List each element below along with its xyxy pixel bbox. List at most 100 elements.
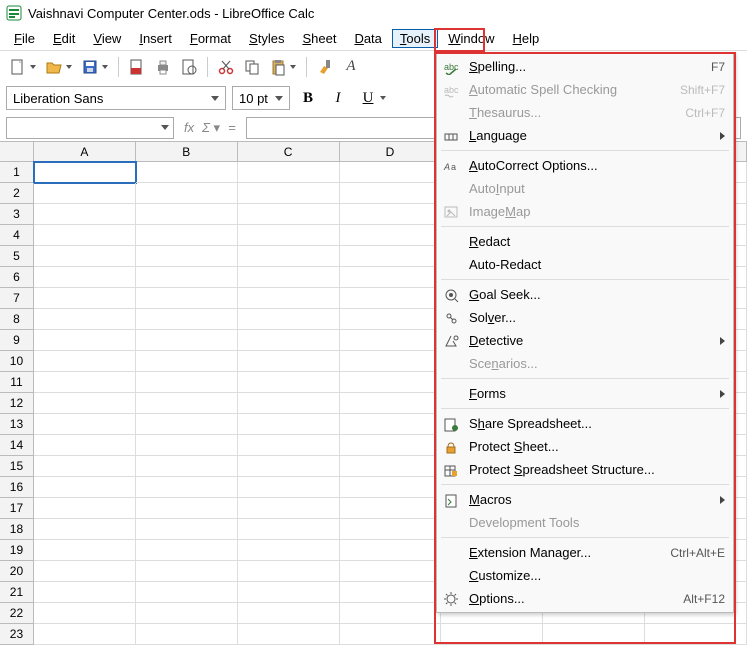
cell[interactable]	[238, 288, 340, 309]
cell[interactable]	[238, 351, 340, 372]
cell[interactable]	[136, 267, 238, 288]
cell[interactable]	[34, 414, 136, 435]
menu-item-auto-redact[interactable]: Auto-Redact	[437, 253, 733, 276]
cell[interactable]	[238, 330, 340, 351]
cell[interactable]	[136, 330, 238, 351]
row-header[interactable]: 6	[0, 267, 34, 288]
cell[interactable]	[34, 603, 136, 624]
row-header[interactable]: 20	[0, 561, 34, 582]
menu-file[interactable]: File	[6, 29, 43, 48]
cell[interactable]	[136, 498, 238, 519]
row-header[interactable]: 8	[0, 309, 34, 330]
cell[interactable]	[136, 561, 238, 582]
paste-button[interactable]	[266, 55, 290, 79]
copy-button[interactable]	[240, 55, 264, 79]
row-header[interactable]: 13	[0, 414, 34, 435]
cell[interactable]	[340, 267, 442, 288]
cell[interactable]	[136, 435, 238, 456]
menu-item-protect-spreadsheet-structure[interactable]: Protect Spreadsheet Structure...	[437, 458, 733, 481]
menu-styles[interactable]: Styles	[241, 29, 292, 48]
print-button[interactable]	[151, 55, 175, 79]
cell[interactable]	[34, 561, 136, 582]
cell[interactable]	[34, 204, 136, 225]
font-name-select[interactable]: Liberation Sans	[6, 86, 226, 110]
cell[interactable]	[238, 162, 340, 183]
row-header[interactable]: 9	[0, 330, 34, 351]
print-preview-button[interactable]	[177, 55, 201, 79]
cell[interactable]	[340, 603, 442, 624]
row-header[interactable]: 7	[0, 288, 34, 309]
cell[interactable]	[340, 162, 442, 183]
cell[interactable]	[238, 624, 340, 645]
column-header[interactable]: B	[136, 142, 238, 162]
menu-item-spelling[interactable]: abcSpelling...F7	[437, 55, 733, 78]
cell[interactable]	[238, 519, 340, 540]
cell[interactable]	[136, 183, 238, 204]
cell[interactable]	[340, 246, 442, 267]
cell[interactable]	[441, 624, 543, 645]
cell[interactable]	[238, 393, 340, 414]
menu-sheet[interactable]: Sheet	[294, 29, 344, 48]
column-header[interactable]: C	[238, 142, 340, 162]
cell[interactable]	[238, 183, 340, 204]
cell[interactable]	[238, 309, 340, 330]
cell[interactable]	[238, 414, 340, 435]
menu-window[interactable]: Window	[440, 29, 502, 48]
cell[interactable]	[238, 561, 340, 582]
cell[interactable]	[340, 393, 442, 414]
cell[interactable]	[136, 225, 238, 246]
row-header[interactable]: 18	[0, 519, 34, 540]
cell[interactable]	[340, 519, 442, 540]
row-header[interactable]: 10	[0, 351, 34, 372]
menu-item-autocorrect-options[interactable]: AaAutoCorrect Options...	[437, 154, 733, 177]
cell[interactable]	[340, 498, 442, 519]
cell[interactable]	[238, 540, 340, 561]
menu-data[interactable]: Data	[346, 29, 389, 48]
cell[interactable]	[34, 225, 136, 246]
cell[interactable]	[340, 288, 442, 309]
cell[interactable]	[34, 246, 136, 267]
cell[interactable]	[238, 456, 340, 477]
cell[interactable]	[34, 456, 136, 477]
cell[interactable]	[340, 309, 442, 330]
row-header[interactable]: 11	[0, 372, 34, 393]
cell[interactable]	[34, 309, 136, 330]
row-header[interactable]: 21	[0, 582, 34, 603]
cell[interactable]	[34, 372, 136, 393]
cell[interactable]	[543, 624, 645, 645]
cell[interactable]	[238, 603, 340, 624]
cell[interactable]	[238, 204, 340, 225]
cell[interactable]	[136, 309, 238, 330]
cell[interactable]	[238, 477, 340, 498]
cell[interactable]	[136, 456, 238, 477]
menu-item-language[interactable]: Language	[437, 124, 733, 147]
sum-button[interactable]: Σ ▾	[202, 120, 220, 136]
cell[interactable]	[34, 540, 136, 561]
cell[interactable]	[34, 582, 136, 603]
italic-button[interactable]: I	[326, 86, 350, 110]
row-header[interactable]: 2	[0, 183, 34, 204]
select-all-corner[interactable]	[0, 142, 34, 162]
cell[interactable]	[340, 225, 442, 246]
column-header[interactable]: A	[34, 142, 136, 162]
cell[interactable]	[34, 393, 136, 414]
menu-insert[interactable]: Insert	[131, 29, 180, 48]
cell[interactable]	[136, 351, 238, 372]
cell[interactable]	[34, 477, 136, 498]
bold-button[interactable]: B	[296, 86, 320, 110]
cell[interactable]	[136, 204, 238, 225]
new-button[interactable]	[6, 55, 30, 79]
menu-item-protect-sheet[interactable]: Protect Sheet...	[437, 435, 733, 458]
formula-button[interactable]: =	[228, 120, 236, 135]
row-header[interactable]: 12	[0, 393, 34, 414]
cell[interactable]	[136, 393, 238, 414]
cell[interactable]	[238, 435, 340, 456]
open-button[interactable]	[42, 55, 66, 79]
clear-formatting-button[interactable]: A	[339, 55, 363, 79]
column-header[interactable]: D	[340, 142, 442, 162]
row-header[interactable]: 14	[0, 435, 34, 456]
cell[interactable]	[136, 477, 238, 498]
cell[interactable]	[238, 246, 340, 267]
menu-item-detective[interactable]: Detective	[437, 329, 733, 352]
cell[interactable]	[238, 498, 340, 519]
